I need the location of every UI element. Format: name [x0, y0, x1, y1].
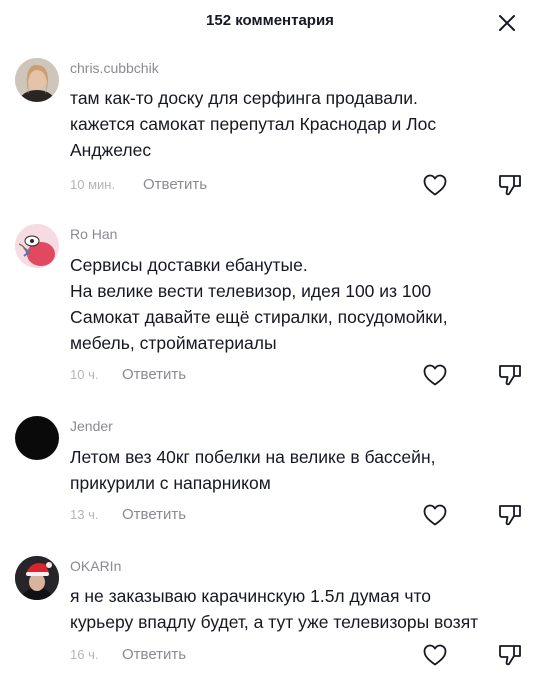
like-button[interactable] — [422, 643, 448, 667]
dislike-button[interactable] — [497, 172, 523, 198]
avatar[interactable] — [15, 224, 59, 268]
comment-item: Ro Han Сервисы доставки ебанутые. На вел… — [0, 222, 540, 392]
dislike-button[interactable] — [497, 362, 523, 388]
comment-text-line: Самокат давайте ещё стиралки, посудомойк… — [70, 307, 448, 327]
comment-timestamp: 10 ч. — [70, 367, 99, 382]
like-button[interactable] — [422, 363, 448, 387]
comment-text-line: мебель, стройматериалы — [70, 333, 277, 353]
comment-timestamp: 16 ч. — [70, 647, 99, 662]
like-button[interactable] — [422, 173, 448, 197]
comments-count-title: 152 комментария — [206, 12, 334, 29]
avatar[interactable] — [15, 58, 59, 102]
dislike-button[interactable] — [497, 502, 523, 528]
comment-item: chris.cubbchik там как-то доску для серф… — [0, 56, 540, 206]
heart-outline-icon — [423, 364, 447, 386]
like-button[interactable] — [422, 503, 448, 527]
comment-text-line: прикурили с напарником — [70, 473, 271, 493]
comment-timestamp: 13 ч. — [70, 507, 99, 522]
reply-button[interactable]: Ответить — [143, 176, 207, 193]
comment-text-line: там как-то доску для серфинга продавали. — [70, 88, 418, 108]
comment-text-line: курьеру впадлу будет, а тут уже телевизо… — [70, 612, 479, 632]
reply-button[interactable]: Ответить — [122, 366, 186, 383]
thumbs-down-icon — [499, 645, 521, 666]
comment-item: Jender Летом вез 40кг побелки на велике … — [0, 412, 540, 532]
thumbs-down-icon — [499, 505, 521, 526]
comment-text-line: я не заказываю карачинскую 1.5л думая чт… — [70, 586, 432, 606]
comment-text-line: На велике вести телевизор, идея 100 из 1… — [70, 281, 432, 301]
comment-text: Сервисы доставки ебанутые. На велике вес… — [70, 252, 525, 356]
comment-text-line: Летом вез 40кг побелки на велике в бассе… — [70, 447, 436, 467]
comment-item: OKARIn я не заказываю карачинскую 1.5л д… — [0, 552, 540, 682]
comment-text: там как-то доску для серфинга продавали.… — [70, 85, 525, 163]
comment-timestamp: 10 мин. — [70, 177, 116, 192]
heart-outline-icon — [423, 644, 447, 666]
reply-button[interactable]: Ответить — [122, 646, 186, 663]
comment-username[interactable]: Jender — [70, 418, 113, 434]
comment-text-line: кажется самокат перепутал Краснодар и Ло… — [70, 114, 437, 134]
comment-text-line: Анджелес — [70, 140, 152, 160]
avatar[interactable] — [15, 416, 59, 460]
reply-button[interactable]: Ответить — [122, 506, 186, 523]
comment-text: я не заказываю карачинскую 1.5л думая чт… — [70, 583, 525, 635]
heart-outline-icon — [423, 174, 447, 196]
comment-username[interactable]: Ro Han — [70, 226, 117, 242]
comments-header: 152 комментария — [0, 0, 540, 44]
close-button[interactable] — [494, 10, 520, 36]
thumbs-down-icon — [499, 365, 521, 386]
close-icon — [499, 15, 515, 31]
comment-username[interactable]: chris.cubbchik — [70, 60, 159, 76]
comment-username[interactable]: OKARIn — [70, 558, 121, 574]
dislike-button[interactable] — [497, 642, 523, 668]
heart-outline-icon — [423, 504, 447, 526]
comment-text: Летом вез 40кг побелки на велике в бассе… — [70, 444, 525, 496]
comment-text-line: Сервисы доставки ебанутые. — [70, 255, 308, 275]
avatar[interactable] — [15, 556, 59, 600]
thumbs-down-icon — [499, 175, 521, 196]
